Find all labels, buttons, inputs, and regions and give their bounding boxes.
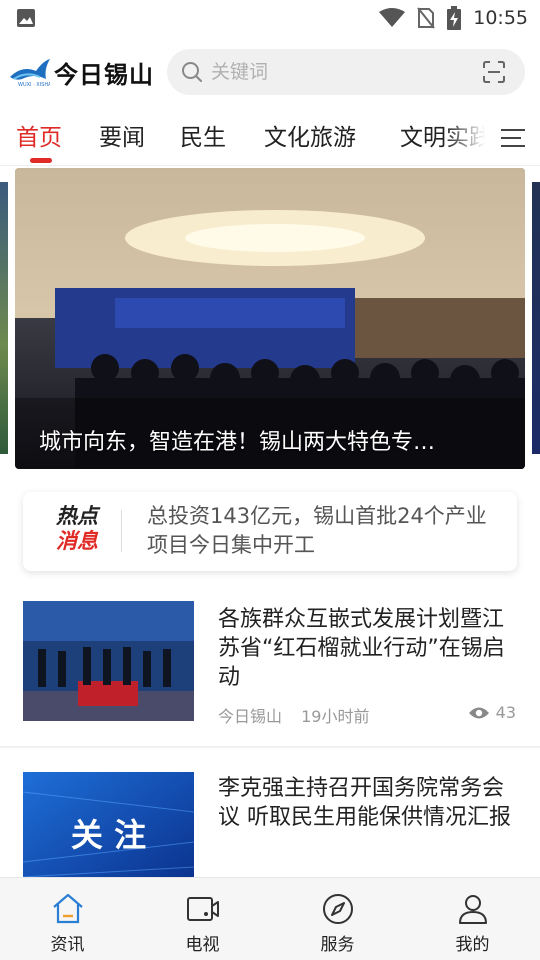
search-input[interactable] [211,57,461,87]
news-meta: 今日锡山 19小时前 [218,703,369,727]
news-list-item[interactable]: 各族群众互嵌式发展计划暨江苏省“红石榴就业行动”在锡启动 今日锡山 19小时前 … [0,601,540,747]
nav-label: 服务 [320,935,355,955]
eye-icon [468,707,489,718]
logo-text: 今日锡山 [54,60,154,89]
home-icon [52,893,83,924]
tab-livelihood[interactable]: 民生 [180,118,226,152]
search-icon [182,62,202,82]
news-title: 李克强主持召开国务院常务会议 听取民生用能保供情况汇报 [218,776,511,830]
svg-text:WUXI · XISHAN: WUXI · XISHAN [18,82,50,87]
no-sim-icon [417,7,436,29]
active-tab-indicator [30,158,52,163]
news-list-item[interactable]: 关 注 李克强主持召开国务院常务会议 听取民生用能保供情况汇报 [0,772,540,892]
carousel-next-peek[interactable] [532,182,540,454]
nav-news[interactable]: 资讯 [0,878,135,960]
app-header: WUXI · XISHAN 今日锡山 [0,46,540,98]
nav-label: 我的 [455,935,490,955]
tab-headlines[interactable]: 要闻 [99,118,145,152]
battery-charging-icon [447,6,462,30]
hot-badge-line2: 消息 [56,529,98,553]
nav-services[interactable]: 服务 [270,878,405,960]
nav-label: 电视 [185,935,220,955]
tab-home[interactable]: 首页 [16,118,62,152]
scan-icon[interactable] [483,61,505,83]
hot-news-card[interactable]: 热点 消息 总投资143亿元，锡山首批24个产业项目今日集中开工 [23,492,517,571]
news-thumbnail [23,601,194,721]
bottom-nav: 资讯 电视 服务 我的 [0,877,540,960]
news-views: 43 [468,703,516,722]
wifi-icon [379,8,406,27]
view-count: 43 [495,703,516,722]
status-time: 10:55 [473,7,528,29]
banner-caption: 城市向东，智造在港！锡山两大特色专… [39,430,436,455]
news-time: 19小时前 [301,707,370,726]
menu-icon[interactable] [485,110,540,165]
tab-culture-tourism[interactable]: 文化旅游 [264,118,356,152]
search-bar[interactable] [167,49,525,95]
carousel-prev-peek[interactable] [0,182,8,454]
app-logo[interactable]: WUXI · XISHAN 今日锡山 [10,54,160,90]
news-title: 各族群众互嵌式发展计划暨江苏省“红石榴就业行动”在锡启动 [218,607,505,690]
user-icon [458,895,487,924]
hot-news-badge: 热点 消息 [47,504,107,558]
logo-mark-icon: WUXI · XISHAN [10,59,50,87]
banner-carousel-slide[interactable]: 城市向东，智造在港！锡山两大特色专… [15,168,525,469]
thumb-label: 关 注 [70,816,147,854]
tv-icon [186,897,219,921]
image-icon [17,9,35,27]
nav-tv[interactable]: 电视 [135,878,270,960]
list-divider [0,746,540,748]
news-thumbnail: 关 注 [23,772,194,892]
nav-label: 资讯 [50,935,85,955]
hot-divider [121,510,122,552]
nav-profile[interactable]: 我的 [405,878,540,960]
compass-icon [322,894,353,924]
hot-news-text: 总投资143亿元，锡山首批24个产业项目今日集中开工 [147,504,487,557]
tabs-fade [445,110,485,165]
hot-badge-line1: 热点 [56,504,98,528]
news-source: 今日锡山 [218,707,283,726]
category-tabs: 首页 要闻 民生 文化旅游 文明实践 [0,110,540,166]
status-bar: 10:55 [0,0,540,36]
